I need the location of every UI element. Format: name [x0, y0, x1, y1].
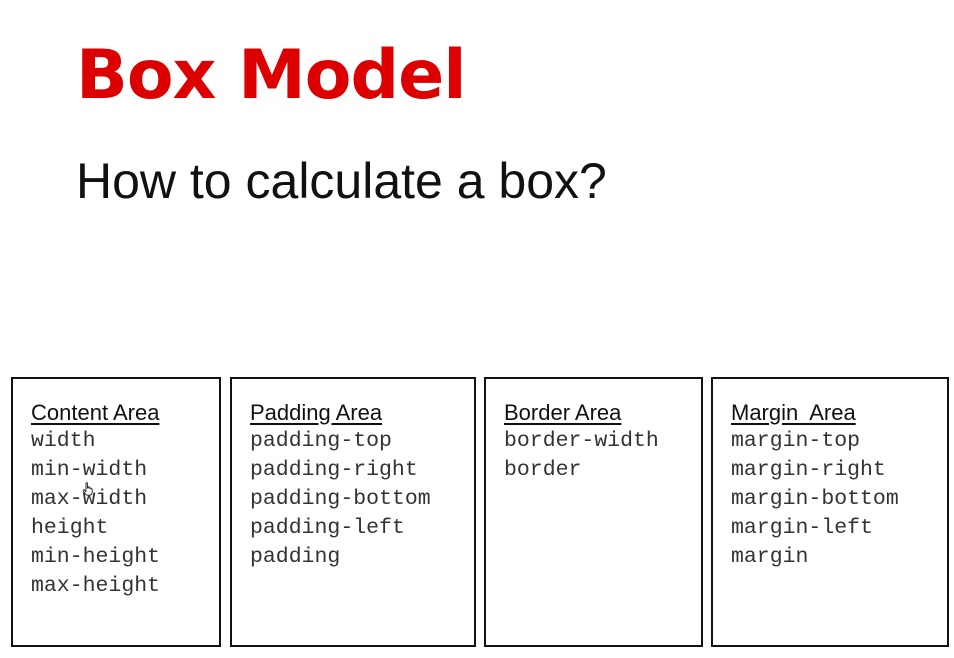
padding-area-heading: Padding Area [250, 400, 383, 425]
property-item: min-height [31, 545, 161, 569]
margin-area-heading: Margin Area [731, 400, 856, 425]
property-item: min-width [31, 458, 148, 482]
property-item: padding-left [250, 516, 405, 540]
padding-area-box: Padding Area padding-top padding-right p… [230, 377, 476, 647]
border-area-heading: Border Area [504, 400, 622, 425]
border-area-property-list: border-width border [504, 427, 701, 485]
property-item: max-height [31, 574, 161, 598]
property-item: max-width [31, 487, 148, 511]
content-area-heading: Content Area [31, 400, 160, 425]
property-item: margin-right [731, 458, 886, 482]
property-item: margin [731, 545, 809, 569]
property-item: border-width [504, 429, 659, 453]
property-item: padding [250, 545, 341, 569]
margin-area-property-list: margin-top margin-right margin-bottom ma… [731, 427, 947, 572]
property-item: padding-bottom [250, 487, 431, 511]
property-item: margin-bottom [731, 487, 899, 511]
content-area-property-list: width min-width max-width height min-hei… [31, 427, 219, 601]
property-item: height [31, 516, 109, 540]
page-title: Box Model [76, 36, 467, 115]
content-area-box: Content Area width min-width max-width h… [11, 377, 221, 647]
property-item: margin-top [731, 429, 861, 453]
property-item: padding-right [250, 458, 418, 482]
hand-pointer-icon [82, 482, 93, 496]
margin-area-box: Margin Area margin-top margin-right marg… [711, 377, 949, 647]
property-item: padding-top [250, 429, 392, 453]
page-subtitle: How to calculate a box? [76, 153, 607, 209]
property-item: width [31, 429, 96, 453]
property-item: border [504, 458, 582, 482]
padding-area-property-list: padding-top padding-right padding-bottom… [250, 427, 474, 572]
border-area-box: Border Area border-width border [484, 377, 703, 647]
property-item: margin-left [731, 516, 873, 540]
